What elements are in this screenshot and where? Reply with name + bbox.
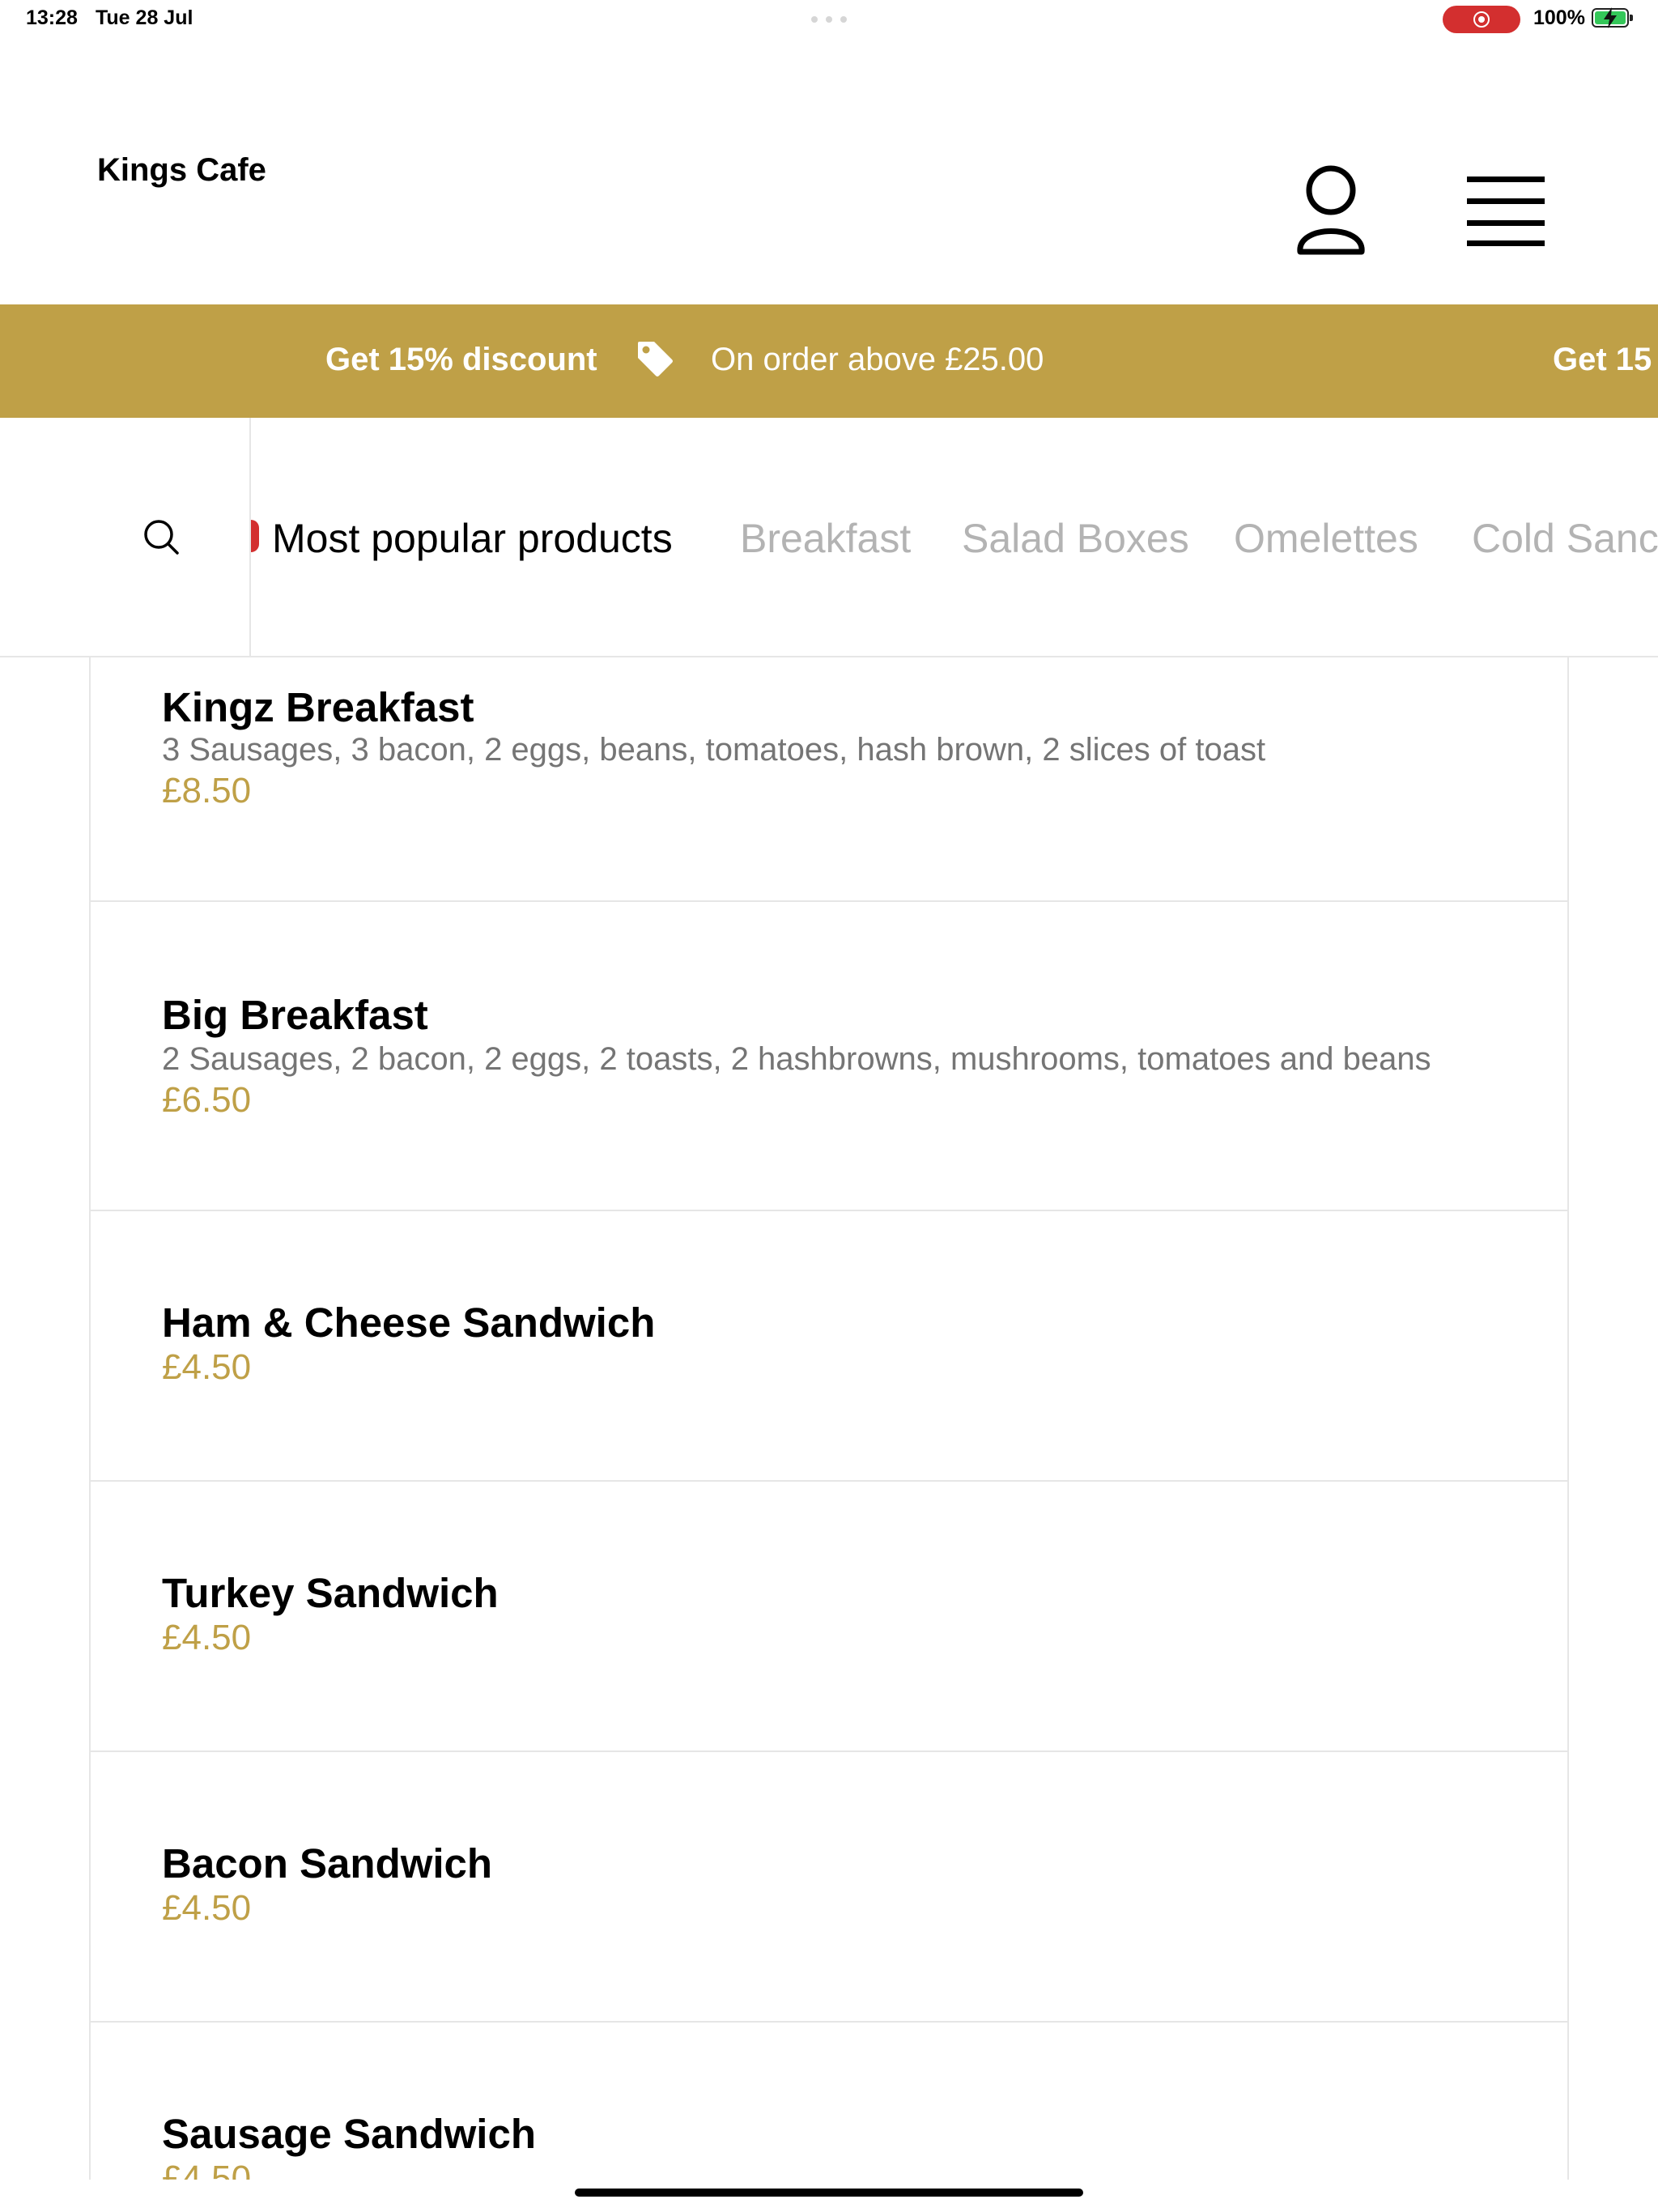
product-name: Turkey Sandwich (162, 1570, 499, 1616)
product-item-ham-cheese-sandwich[interactable]: Ham & Cheese Sandwich £4.50 (91, 1211, 1567, 1482)
product-item-bacon-sandwich[interactable]: Bacon Sandwich £4.50 (91, 1752, 1567, 2023)
user-icon[interactable] (1292, 164, 1370, 255)
charging-bolt-icon (1604, 7, 1617, 28)
product-price: £4.50 (162, 1888, 252, 1928)
brand-title[interactable]: Kings Cafe (97, 152, 266, 189)
product-description: 2 Sausages, 2 bacon, 2 eggs, 2 toasts, 2… (162, 1041, 1431, 1077)
tab-most-popular[interactable]: Most popular products (272, 515, 673, 562)
tab-cold-sandwiches[interactable]: Cold Sanc (1472, 515, 1658, 562)
promo-title: Get 15% discount (325, 342, 597, 377)
tab-salad-boxes[interactable]: Salad Boxes (962, 515, 1189, 562)
promo-title-repeat: Get 15 (1553, 342, 1652, 377)
category-nav: Most popular products Breakfast Salad Bo… (0, 418, 1658, 657)
product-list: Kingz Breakfast 3 Sausages, 3 bacon, 2 e… (89, 657, 1569, 2180)
product-item-sausage-sandwich[interactable]: Sausage Sandwich £4.50 (91, 2023, 1567, 2180)
product-item-turkey-sandwich[interactable]: Turkey Sandwich £4.50 (91, 1482, 1567, 1752)
product-price: £4.50 (162, 1347, 252, 1387)
promo-banner: Get 15% discount On order above £25.00 G… (0, 304, 1658, 418)
search-icon (144, 520, 179, 555)
tab-omelettes[interactable]: Omelettes (1234, 515, 1418, 562)
product-item-kingz-breakfast[interactable]: Kingz Breakfast 3 Sausages, 3 bacon, 2 e… (91, 657, 1567, 902)
status-bar: 13:28 Tue 28 Jul 100% (0, 0, 1658, 39)
menu-icon[interactable] (1465, 175, 1546, 246)
promo-subtitle: On order above £25.00 (711, 342, 1044, 377)
status-time: 13:28 (26, 6, 78, 29)
home-indicator[interactable] (575, 2189, 1083, 2197)
product-name: Ham & Cheese Sandwich (162, 1300, 656, 1346)
product-name: Bacon Sandwich (162, 1840, 493, 1887)
product-name: Sausage Sandwich (162, 2111, 536, 2157)
tab-breakfast[interactable]: Breakfast (740, 515, 911, 562)
status-date: Tue 28 Jul (96, 6, 193, 29)
search-button[interactable] (0, 418, 251, 656)
tag-icon (638, 342, 673, 376)
product-item-big-breakfast[interactable]: Big Breakfast 2 Sausages, 2 bacon, 2 egg… (91, 902, 1567, 1211)
product-price: £4.50 (162, 1618, 252, 1657)
product-description: 3 Sausages, 3 bacon, 2 eggs, beans, toma… (162, 732, 1266, 768)
product-name: Big Breakfast (162, 992, 428, 1038)
multitasking-dots-icon[interactable] (811, 16, 847, 23)
app-header: Kings Cafe (0, 39, 1658, 304)
category-tabs: Most popular products Breakfast Salad Bo… (251, 418, 1658, 656)
battery-percentage: 100% (1533, 6, 1585, 29)
product-price: £8.50 (162, 771, 252, 810)
product-name: Kingz Breakfast (162, 684, 474, 730)
active-tab-indicator (251, 520, 259, 552)
product-price: £6.50 (162, 1080, 252, 1120)
screen-recording-icon[interactable] (1443, 6, 1520, 33)
product-price: £4.50 (162, 2159, 252, 2180)
